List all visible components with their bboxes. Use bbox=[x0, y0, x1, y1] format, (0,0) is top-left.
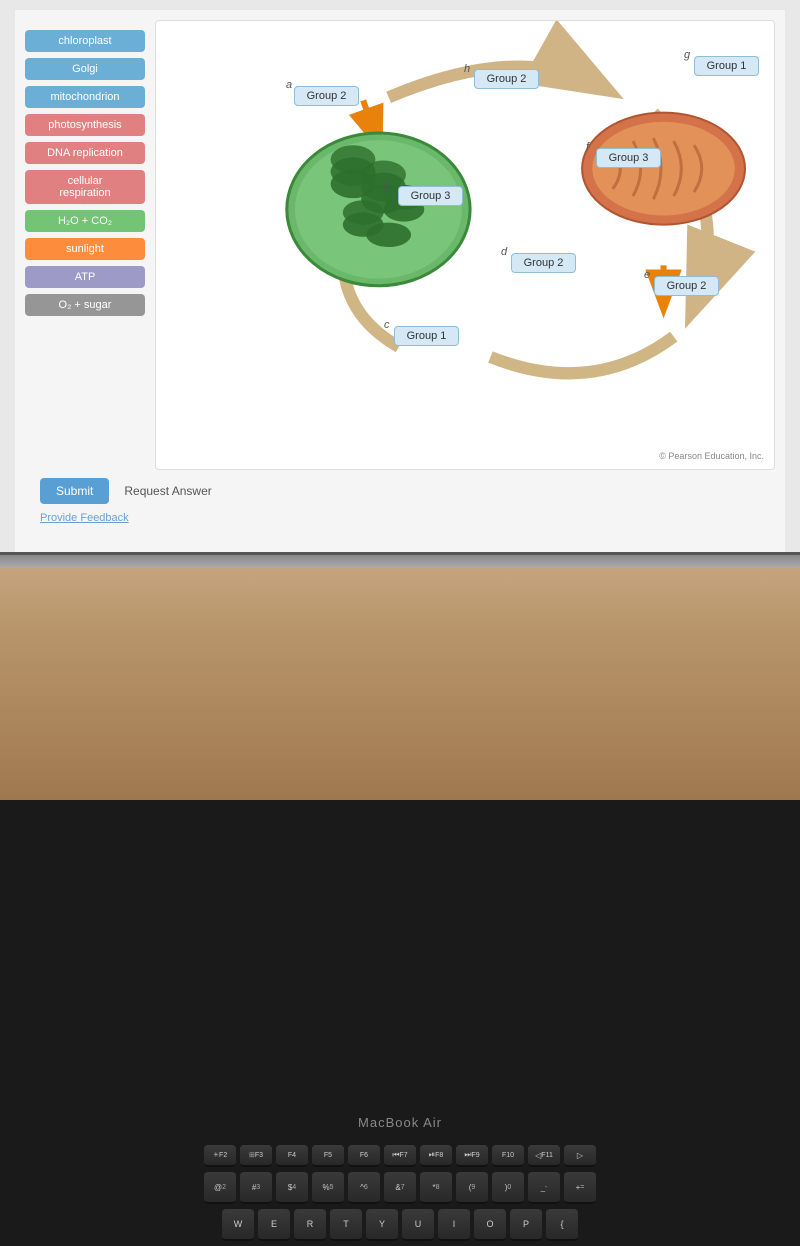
key-rewind[interactable]: ⏮F7 bbox=[384, 1145, 416, 1167]
key-star-8[interactable]: *8 bbox=[420, 1172, 452, 1204]
macbook-brand-label: MacBook Air bbox=[358, 1115, 442, 1130]
group-box-h[interactable]: Group 2 bbox=[474, 69, 539, 89]
key-do-not-disturb[interactable]: F6 bbox=[348, 1145, 380, 1167]
diagram-area: a Group 2 b Group 3 c Group 1 d Group 2 … bbox=[155, 20, 775, 470]
key-minus[interactable]: _- bbox=[528, 1172, 560, 1204]
label-h2o-co2[interactable]: H₂O + CO₂ bbox=[25, 210, 145, 232]
key-u[interactable]: U bbox=[402, 1209, 434, 1241]
key-brightness-down[interactable]: ☀F2 bbox=[204, 1145, 236, 1167]
pos-f: f bbox=[586, 141, 589, 153]
key-o[interactable]: O bbox=[474, 1209, 506, 1241]
key-r[interactable]: R bbox=[294, 1209, 326, 1241]
group-box-c[interactable]: Group 1 bbox=[394, 326, 459, 346]
diagram-svg bbox=[156, 21, 774, 469]
label-mitochondrion[interactable]: mitochondrion bbox=[25, 86, 145, 108]
label-sunlight[interactable]: sunlight bbox=[25, 238, 145, 260]
laptop-screen: chloroplast Golgi mitochondrion photosyn… bbox=[0, 0, 800, 555]
key-amp-7[interactable]: &7 bbox=[384, 1172, 416, 1204]
number-key-row: @2 #3 $4 %5 ^6 &7 *8 (9 )0 _- += bbox=[30, 1172, 770, 1204]
key-p[interactable]: P bbox=[510, 1209, 542, 1241]
group-box-b[interactable]: Group 3 bbox=[398, 186, 463, 206]
label-dna-replication[interactable]: DNA replication bbox=[25, 142, 145, 164]
pos-g: g bbox=[684, 49, 690, 61]
group-box-f[interactable]: Group 3 bbox=[596, 148, 661, 168]
key-caret-6[interactable]: ^6 bbox=[348, 1172, 380, 1204]
key-percent-5[interactable]: %5 bbox=[312, 1172, 344, 1204]
label-sidebar: chloroplast Golgi mitochondrion photosyn… bbox=[25, 20, 145, 470]
key-vol-down[interactable]: ◁F11 bbox=[528, 1145, 560, 1167]
keyboard: ☀F2 ⊞F3 F4 F5 F6 ⏮F7 ⏯F8 ⏭F9 F10 ◁F11 ▷ … bbox=[30, 1145, 770, 1246]
bottom-bar: Submit Request Answer bbox=[25, 470, 775, 512]
group-box-e[interactable]: Group 2 bbox=[654, 276, 719, 296]
key-mute[interactable]: F10 bbox=[492, 1145, 524, 1167]
qwerty-row: W E R T Y U I O P { bbox=[30, 1209, 770, 1241]
provide-feedback-link[interactable]: Provide Feedback bbox=[25, 512, 775, 532]
key-vol-up[interactable]: ▷ bbox=[564, 1145, 596, 1167]
screen-content: chloroplast Golgi mitochondrion photosyn… bbox=[15, 10, 785, 552]
key-y[interactable]: Y bbox=[366, 1209, 398, 1241]
label-cellular-respiration[interactable]: cellular respiration bbox=[25, 170, 145, 204]
key-lbrace[interactable]: { bbox=[546, 1209, 578, 1241]
copyright-text: © Pearson Education, Inc. bbox=[659, 451, 764, 461]
pos-d: d bbox=[501, 246, 507, 258]
label-golgi[interactable]: Golgi bbox=[25, 58, 145, 80]
pos-h: h bbox=[464, 63, 470, 75]
key-lparen-9[interactable]: (9 bbox=[456, 1172, 488, 1204]
key-hash-3[interactable]: #3 bbox=[240, 1172, 272, 1204]
label-o2-sugar[interactable]: O₂ + sugar bbox=[25, 294, 145, 316]
key-dollar-4[interactable]: $4 bbox=[276, 1172, 308, 1204]
key-play-pause[interactable]: ⏯F8 bbox=[420, 1145, 452, 1167]
pos-a: a bbox=[286, 79, 292, 91]
pos-b: b bbox=[384, 181, 390, 193]
key-w[interactable]: W bbox=[222, 1209, 254, 1241]
label-photosynthesis[interactable]: photosynthesis bbox=[25, 114, 145, 136]
pos-c: c bbox=[384, 319, 390, 331]
key-at-2[interactable]: @2 bbox=[204, 1172, 236, 1204]
request-answer-button[interactable]: Request Answer bbox=[124, 484, 211, 498]
key-rparen-0[interactable]: )0 bbox=[492, 1172, 524, 1204]
key-e[interactable]: E bbox=[258, 1209, 290, 1241]
key-mission-control[interactable]: F4 bbox=[276, 1145, 308, 1167]
group-box-d[interactable]: Group 2 bbox=[511, 253, 576, 273]
key-brightness-up[interactable]: ⊞F3 bbox=[240, 1145, 272, 1167]
main-area: chloroplast Golgi mitochondrion photosyn… bbox=[25, 20, 775, 470]
pos-e: e bbox=[644, 269, 650, 281]
label-atp[interactable]: ATP bbox=[25, 266, 145, 288]
keyboard-area: MacBook Air ☀F2 ⊞F3 F4 F5 F6 ⏮F7 ⏯F8 ⏭F9… bbox=[0, 555, 800, 800]
submit-button[interactable]: Submit bbox=[40, 478, 109, 504]
key-spotlight[interactable]: F5 bbox=[312, 1145, 344, 1167]
key-fast-forward[interactable]: ⏭F9 bbox=[456, 1145, 488, 1167]
fn-key-row: ☀F2 ⊞F3 F4 F5 F6 ⏮F7 ⏯F8 ⏭F9 F10 ◁F11 ▷ bbox=[30, 1145, 770, 1167]
label-chloroplast[interactable]: chloroplast bbox=[25, 30, 145, 52]
key-i[interactable]: I bbox=[438, 1209, 470, 1241]
group-box-a[interactable]: Group 2 bbox=[294, 86, 359, 106]
group-box-g[interactable]: Group 1 bbox=[694, 56, 759, 76]
key-t[interactable]: T bbox=[330, 1209, 362, 1241]
key-plus[interactable]: += bbox=[564, 1172, 596, 1204]
